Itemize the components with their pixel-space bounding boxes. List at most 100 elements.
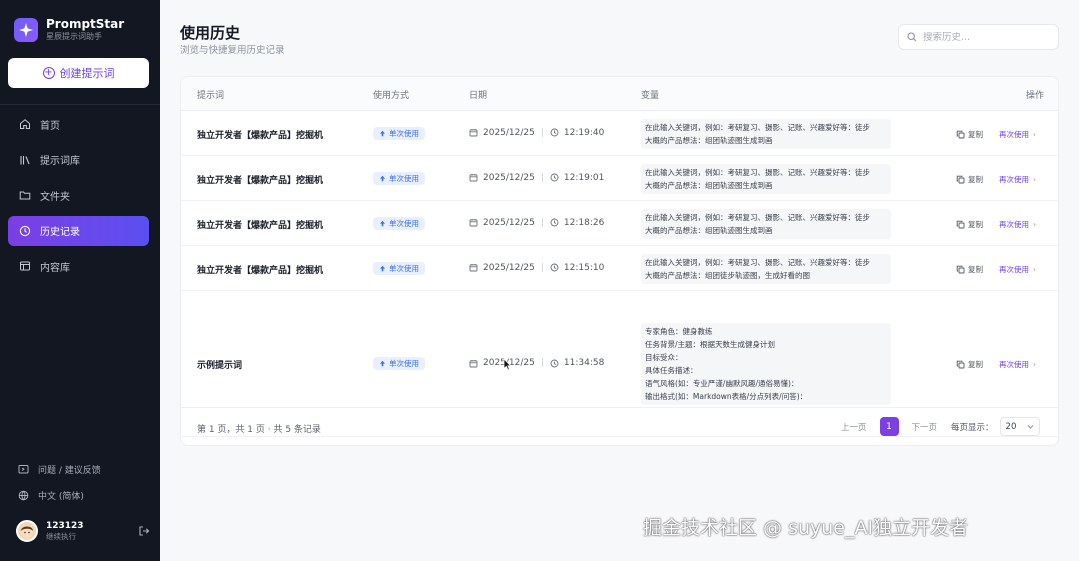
single-use-icon xyxy=(380,265,385,271)
sidebar-nav: 首页 提示词库 文件夹 历史记录 内容库 xyxy=(8,109,149,287)
date-separator: | xyxy=(540,358,544,368)
variable-line: 具体任务描述： xyxy=(645,366,698,375)
per-page-select[interactable]: 20 xyxy=(999,417,1040,436)
chevron-right-icon: › xyxy=(1033,174,1036,184)
feedback-link[interactable]: 问题 / 建议反馈 xyxy=(0,456,160,482)
reuse-label: 再次使用 xyxy=(999,129,1029,139)
pagination: 上一页 1 下一页 每页显示： 20 xyxy=(841,417,1040,436)
table-row[interactable]: 独立开发者【爆款产品】挖掘机 单次使用 2025/12/25 | 12:19:40 在此输… xyxy=(181,111,1058,156)
chevron-right-icon: › xyxy=(1033,360,1036,369)
copy-label: 复制 xyxy=(968,264,983,274)
history-icon xyxy=(19,225,31,236)
create-prompt-button[interactable]: + 创建提示词 xyxy=(8,58,149,88)
date-separator: | xyxy=(540,127,544,138)
chevron-right-icon: › xyxy=(1033,264,1036,274)
single-use-icon xyxy=(380,175,385,181)
reuse-button[interactable]: 再次使用 › xyxy=(999,129,1036,140)
next-page-button[interactable]: 下一页 xyxy=(912,421,938,433)
app-subtitle: 星辰提示词助手 xyxy=(46,32,102,41)
table-row[interactable]: 独立开发者【爆款产品】挖掘机 单次使用 2025/12/25 | 12:15:10 在此输… xyxy=(181,246,1058,291)
language-switch[interactable]: 中文 (简体) xyxy=(0,482,160,508)
column-header-date: 日期 xyxy=(469,91,488,101)
sidebar-item-home[interactable]: 首页 xyxy=(8,109,149,139)
reuse-label: 再次使用 xyxy=(999,219,1029,229)
copy-label: 复制 xyxy=(968,129,983,139)
avatar xyxy=(16,520,38,542)
sidebar-item-folder[interactable]: 文件夹 xyxy=(8,180,149,210)
date-cell: 2025/12/25 | 12:18:26 xyxy=(469,218,604,228)
copy-icon xyxy=(956,360,965,369)
reuse-button[interactable]: 再次使用 › xyxy=(999,359,1036,370)
main-content: 使用历史 浏览与快捷复用历史记录 提示词 使用方式 日期 变量 操作 独立开发者… xyxy=(160,0,1079,561)
date-value: 2025/12/25 xyxy=(483,172,535,183)
date-separator: | xyxy=(540,172,544,183)
search-box[interactable] xyxy=(898,24,1059,50)
search-icon xyxy=(907,32,917,42)
sidebar-item-library[interactable]: 提示词库 xyxy=(8,145,149,175)
user-profile[interactable]: 123123 继续执行 xyxy=(16,518,150,544)
variable-line: 大概的产品想法：组团轨迹图生成到画 xyxy=(645,135,773,145)
sidebar-item-label: 历史记录 xyxy=(40,227,80,238)
date-cell: 2025/12/25 | 12:19:40 xyxy=(469,128,604,138)
calendar-icon xyxy=(469,264,478,272)
copy-button[interactable]: 复制 xyxy=(956,264,983,275)
copy-icon xyxy=(956,130,965,138)
copy-button[interactable]: 复制 xyxy=(956,174,983,185)
folder-icon xyxy=(19,191,31,200)
prompt-name: 独立开发者【爆款产品】挖掘机 xyxy=(197,175,324,186)
sidebar-bottom: 问题 / 建议反馈 中文 (简体) xyxy=(0,456,160,508)
sidebar-item-label: 首页 xyxy=(40,120,60,132)
chevron-down-icon xyxy=(1027,425,1033,429)
copy-icon xyxy=(956,175,965,183)
calendar-icon xyxy=(469,174,478,182)
method-label: 单次使用 xyxy=(389,359,419,368)
variable-line: 在此输入关键词，例如：考研复习、摄影、记账、兴趣爱好等：徒步 xyxy=(645,167,870,177)
sidebar-item-content-library[interactable]: 内容库 xyxy=(8,251,149,281)
copy-button[interactable]: 复制 xyxy=(956,129,983,140)
sidebar-item-label: 文件夹 xyxy=(40,191,70,203)
copy-button[interactable]: 复制 xyxy=(956,359,983,370)
clock-icon xyxy=(550,218,559,227)
method-label: 单次使用 xyxy=(389,173,419,183)
page-subtitle: 浏览与快捷复用历史记录 xyxy=(180,45,285,56)
history-table: 提示词 使用方式 日期 变量 操作 独立开发者【爆款产品】挖掘机 单次使用 2025… xyxy=(180,76,1059,446)
single-use-icon xyxy=(380,130,385,136)
copy-button[interactable]: 复制 xyxy=(956,219,983,230)
chevron-right-icon: › xyxy=(1033,129,1036,139)
reuse-button[interactable]: 再次使用 › xyxy=(999,264,1036,275)
per-page-label: 每页显示： xyxy=(951,422,994,433)
prev-page-button[interactable]: 上一页 xyxy=(841,421,867,433)
sidebar-item-history[interactable]: 历史记录 xyxy=(8,215,149,246)
method-badge: 单次使用 xyxy=(373,216,425,230)
variable-line: 在此输入关键词，例如：考研复习、摄影、记账、兴趣爱好等：徒步 xyxy=(645,212,870,222)
table-row[interactable]: 独立开发者【爆款产品】挖掘机 单次使用 2025/12/25 | 12:19:01 在此输… xyxy=(181,156,1058,201)
time-value: 12:19:40 xyxy=(563,127,605,138)
variable-line: 大概的产品想法：组团轨迹图生成到画 xyxy=(645,180,773,190)
date-separator: | xyxy=(540,262,544,273)
time-value: 11:34:58 xyxy=(563,358,605,368)
single-use-icon xyxy=(380,220,385,226)
calendar-icon xyxy=(469,219,478,227)
variables-cell: 在此输入关键词，例如：考研复习、摄影、记账、兴趣爱好等：徒步 大概的产品想法：组团… xyxy=(641,208,891,239)
logout-icon[interactable] xyxy=(138,525,150,537)
clock-icon xyxy=(550,359,559,367)
variable-line: 专家角色：健身教练 xyxy=(645,327,713,336)
single-use-icon xyxy=(380,360,385,367)
library-icon xyxy=(20,155,30,164)
reuse-button[interactable]: 再次使用 › xyxy=(999,219,1036,230)
copy-label: 复制 xyxy=(968,174,983,184)
method-label: 单次使用 xyxy=(389,263,419,273)
page-button-current[interactable]: 1 xyxy=(879,417,899,436)
brand[interactable]: PromptStar 星辰提示词助手 xyxy=(14,17,124,42)
sidebar: PromptStar 星辰提示词助手 + 创建提示词 首页 提示词库 文件夹 历… xyxy=(0,0,160,561)
search-input[interactable] xyxy=(923,31,1053,43)
table-row[interactable]: 独立开发者【爆款产品】挖掘机 单次使用 2025/12/25 | 12:18:26 在此输… xyxy=(181,201,1058,246)
variable-line: 在此输入关键词，例如：考研复习、摄影、记账、兴趣爱好等：徒步 xyxy=(645,122,870,132)
mouse-cursor-icon xyxy=(503,358,512,371)
copy-label: 复制 xyxy=(968,219,983,229)
reuse-label: 再次使用 xyxy=(999,264,1029,274)
copy-icon xyxy=(956,220,965,228)
user-role: 继续执行 xyxy=(46,532,76,541)
time-value: 12:19:01 xyxy=(563,172,605,183)
reuse-button[interactable]: 再次使用 › xyxy=(999,174,1036,185)
